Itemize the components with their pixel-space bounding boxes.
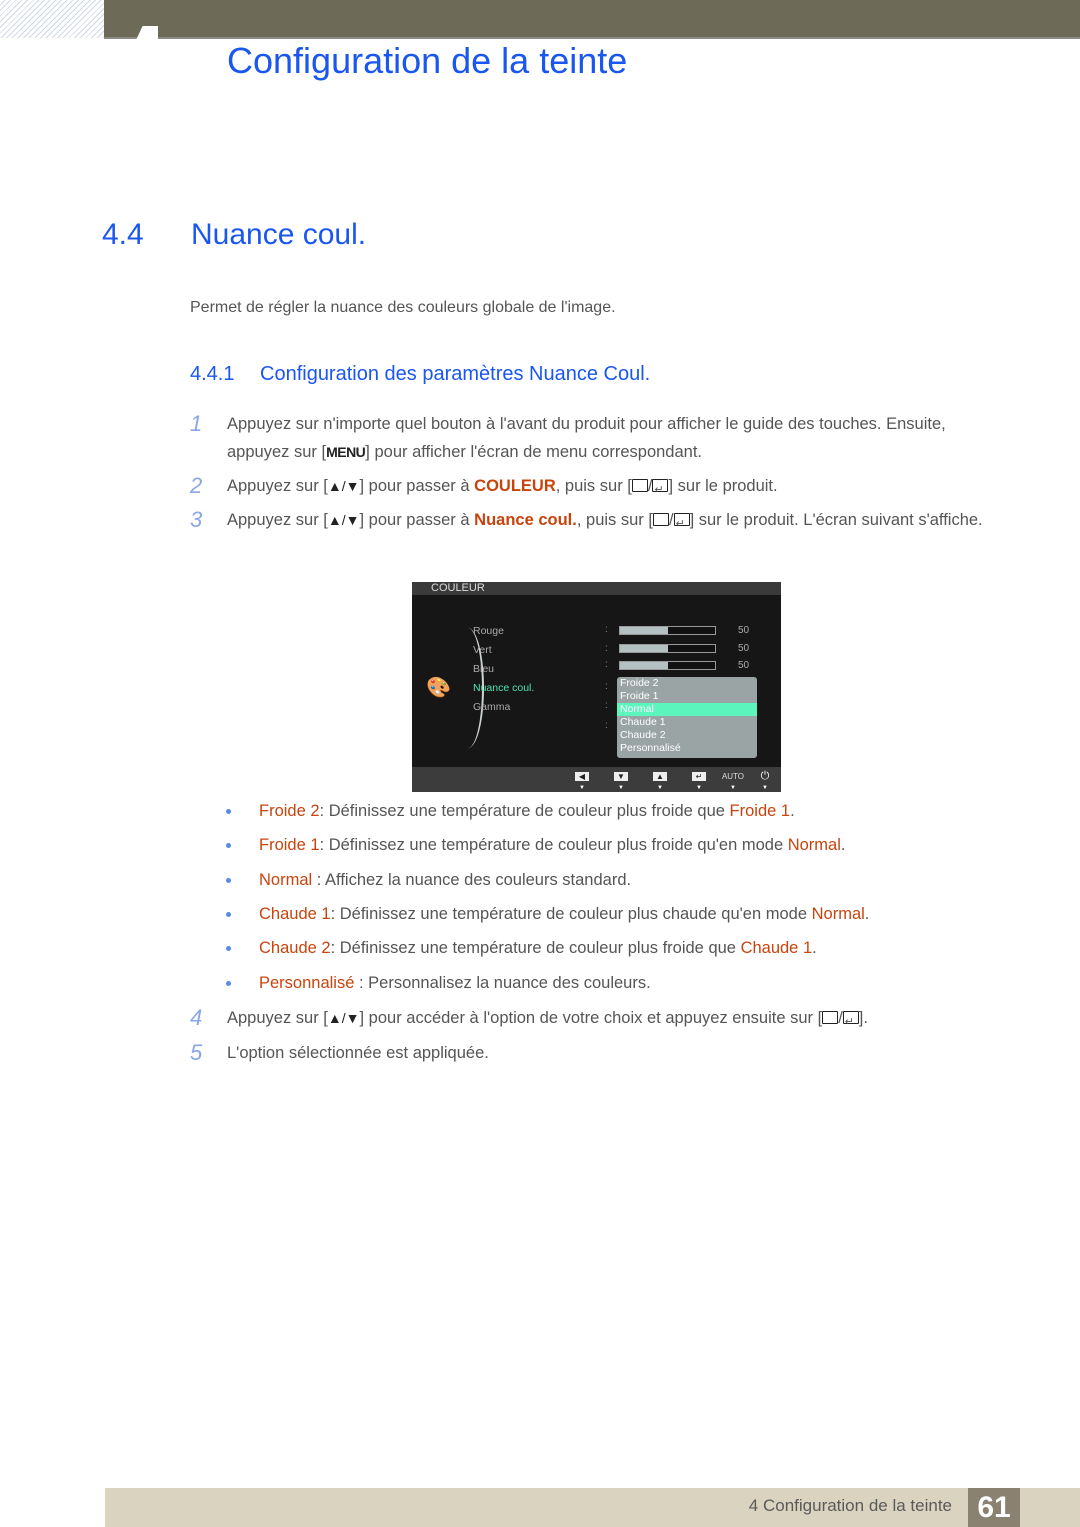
- section-heading: 4.4 Nuance coul.: [102, 218, 366, 252]
- osd-option-froide-1: Froide 1: [620, 690, 659, 702]
- osd-options-dropdown: Froide 2 Froide 1 Normal Chaude 1 Chaude…: [617, 677, 757, 758]
- step-5: 5 L'option sélectionnée est appliquée.: [190, 1039, 1010, 1067]
- bullet-dot-icon: [226, 809, 231, 815]
- osd-option-normal: Normal: [617, 703, 757, 716]
- step-text: Appuyez sur n'importe quel bouton à l'av…: [227, 415, 946, 461]
- bullet-item: Personnalisé : Personnalisez la nuance d…: [226, 974, 651, 993]
- up-down-arrow-icon: ▲/▼: [327, 1010, 360, 1026]
- bullet-item: Chaude 1: Définissez une température de …: [226, 905, 869, 924]
- step-number: 4: [190, 1005, 203, 1030]
- menu-key-icon: MENU: [326, 444, 366, 460]
- bullet-dot-icon: [226, 981, 231, 987]
- enter-icon: [842, 1008, 859, 1036]
- bullet-dot-icon: [226, 878, 231, 884]
- osd-item-nuance-coul: Nuance coul.: [473, 682, 535, 694]
- step-number: 3: [190, 507, 203, 532]
- subsection-title: Configuration des paramètres Nuance Coul…: [260, 363, 651, 385]
- source-icon: [822, 1011, 839, 1024]
- osd-value-bleu: 50: [738, 660, 750, 671]
- osd-slider-rouge: [619, 626, 716, 635]
- osd-value-vert: 50: [738, 643, 750, 654]
- step-number: 5: [190, 1040, 203, 1065]
- step-text: L'option sélectionnée est appliquée.: [227, 1044, 489, 1062]
- subsection-heading: 4.4.1 Configuration des paramètres Nuance…: [190, 363, 650, 386]
- highlight-term: COULEUR: [474, 477, 556, 495]
- enter-icon: [652, 476, 669, 504]
- bullet-dot-icon: [226, 946, 231, 952]
- enter-icon: [673, 510, 690, 538]
- source-icon: [652, 513, 669, 526]
- osd-item-bleu: Bleu: [473, 663, 495, 675]
- step-2: 2 Appuyez sur [▲/▼] pour passer à COULEU…: [190, 472, 1010, 504]
- osd-option-chaude-1: Chaude 1: [620, 716, 666, 728]
- osd-item-vert: Vert: [473, 644, 492, 656]
- bullet-item: Froide 2: Définissez une température de …: [226, 802, 795, 821]
- up-down-arrow-icon: ▲/▼: [327, 512, 360, 528]
- section-title: Nuance coul.: [191, 218, 367, 251]
- enter-icon: ↵: [692, 772, 706, 781]
- chapter-title: Configuration de la teinte: [227, 40, 628, 81]
- palette-icon: 🎨: [426, 677, 451, 699]
- up-icon: ▲: [653, 772, 667, 781]
- osd-value-rouge: 50: [738, 625, 750, 636]
- osd-slider-vert: [619, 644, 716, 653]
- page-footer: 4 Configuration de la teinte: [105, 1488, 1080, 1527]
- power-icon: ⏻: [760, 770, 770, 782]
- header-hatch-decoration: [0, 0, 104, 38]
- bullet-dot-icon: [226, 843, 231, 849]
- bullet-dot-icon: [226, 912, 231, 918]
- osd-item-gamma: Gamma: [473, 701, 511, 713]
- step-text: Appuyez sur [▲/▼] pour passer à COULEUR,…: [227, 472, 1010, 504]
- left-icon: ◀: [575, 772, 589, 781]
- bullet-item: Chaude 2: Définissez une température de …: [226, 939, 817, 958]
- step-text: Appuyez sur [▲/▼] pour accéder à l'optio…: [227, 1004, 1010, 1036]
- step-number: 2: [190, 473, 203, 498]
- up-down-arrow-icon: ▲/▼: [327, 478, 360, 494]
- page-number: 61: [968, 1488, 1020, 1527]
- osd-option-chaude-2: Chaude 2: [620, 729, 666, 741]
- osd-slider-bleu: [619, 661, 716, 670]
- osd-option-froide-2: Froide 2: [620, 677, 659, 689]
- step-3: 3 Appuyez sur [▲/▼] pour passer à Nuance…: [190, 506, 1010, 538]
- subsection-number: 4.4.1: [190, 363, 235, 385]
- bullet-item: Normal : Affichez la nuance des couleurs…: [226, 871, 631, 890]
- osd-menu-title: COULEUR: [412, 582, 781, 595]
- step-1: 1 Appuyez sur n'importe quel bouton à l'…: [190, 410, 1010, 466]
- header-bar: [104, 0, 1080, 39]
- source-icon: [631, 479, 648, 492]
- bullet-item: Froide 1: Définissez une température de …: [226, 836, 846, 855]
- down-icon: ▼: [614, 772, 628, 781]
- step-number: 1: [190, 411, 203, 436]
- section-intro: Permet de régler la nuance des couleurs …: [190, 299, 616, 316]
- auto-label: AUTO: [721, 772, 745, 781]
- osd-option-personnalise: Personnalisé: [620, 742, 681, 754]
- footer-chapter-label: 4 Configuration de la teinte: [748, 1496, 952, 1515]
- step-text: Appuyez sur [▲/▼] pour passer à Nuance c…: [227, 506, 1010, 538]
- osd-item-rouge: Rouge: [473, 625, 504, 637]
- step-4: 4 Appuyez sur [▲/▼] pour accéder à l'opt…: [190, 1004, 1010, 1036]
- highlight-term: Nuance coul.: [474, 511, 577, 529]
- section-number: 4.4: [102, 218, 144, 251]
